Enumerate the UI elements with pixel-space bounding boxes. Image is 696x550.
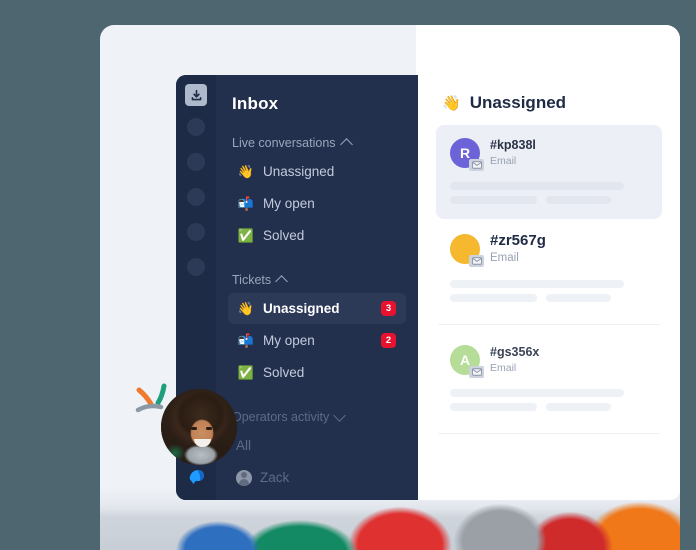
operator-avatar	[236, 469, 252, 486]
waving-hand-icon: 👋	[237, 164, 255, 179]
message-placeholder	[450, 280, 648, 303]
email-icon	[469, 366, 484, 379]
placeholder-bar	[450, 403, 538, 412]
placeholder-bar	[546, 403, 612, 412]
placeholder-bar	[450, 280, 625, 289]
conversation-meta: #zr567g Email	[490, 232, 546, 266]
rail-dot-3[interactable]	[187, 188, 205, 206]
chevron-down-icon	[333, 409, 347, 422]
placeholder-bar	[546, 294, 612, 303]
avatar-wrap: A	[450, 345, 484, 379]
section-label: Operators activity	[232, 410, 330, 424]
conversation-header: A #gs356x Email	[450, 345, 648, 379]
sidebar-item-label: Solved	[263, 228, 305, 243]
section-label: Live conversations	[232, 136, 336, 150]
list-item[interactable]: #zr567g Email	[436, 219, 662, 317]
email-icon	[469, 159, 484, 171]
conversation-header: R #kp838l Email	[450, 138, 648, 171]
placeholder-row	[450, 196, 648, 204]
conversation-channel: Email	[490, 361, 517, 374]
sidebar-item-operators-all[interactable]: All	[228, 430, 406, 461]
sidebar-item-label: My open	[263, 196, 315, 211]
conversation-id: #kp838l	[490, 138, 536, 153]
inbox-download-icon[interactable]	[185, 84, 207, 106]
status-badge: 2	[381, 333, 396, 348]
conversation-meta: #gs356x Email	[490, 345, 539, 375]
gray-stroke	[135, 403, 164, 413]
conversation-header: #zr567g Email	[450, 232, 648, 268]
conversation-channel: Email	[490, 251, 519, 264]
sidebar-item-label: My open	[263, 333, 315, 348]
chevron-up-icon	[339, 138, 353, 151]
chevron-up-icon	[275, 275, 288, 288]
rail-dot-4[interactable]	[187, 223, 205, 241]
sidebar-item-tickets-unassigned[interactable]: 👋 Unassigned 3	[228, 293, 406, 324]
waving-hand-icon: 👋	[237, 301, 255, 316]
sidebar-item-label: All	[236, 438, 252, 453]
sidebar-item-live-solved[interactable]: ✅ Solved	[228, 220, 406, 251]
section-label: Tickets	[232, 273, 272, 287]
rail-dot-2[interactable]	[187, 153, 205, 171]
sidebar-item-live-my-open[interactable]: 📬 My open	[228, 188, 406, 219]
check-mark-icon: ✅	[237, 228, 255, 243]
rail-dot-5[interactable]	[187, 258, 205, 276]
placeholder-bar	[450, 294, 538, 303]
placeholder-bar	[546, 196, 612, 204]
mailbox-icon: 📬	[237, 196, 255, 211]
sidebar-item-live-unassigned[interactable]: 👋 Unassigned	[228, 156, 406, 187]
placeholder-bar	[450, 182, 625, 190]
email-icon	[469, 255, 484, 268]
conversation-list-panel: 👋 Unassigned R #kp838l Email #zr567g Ema…	[418, 75, 680, 500]
placeholder-bar	[450, 196, 538, 204]
sidebar-item-tickets-my-open[interactable]: 📬 My open 2	[228, 325, 406, 356]
rail-dot-1[interactable]	[187, 118, 205, 136]
mailbox-icon: 📬	[237, 333, 255, 348]
list-header-title: Unassigned	[469, 93, 567, 112]
section-header-live-conversations[interactable]: Live conversations	[232, 136, 406, 151]
conversation-meta: #kp838l Email	[490, 138, 536, 168]
sidebar-item-operator-zack[interactable]: Zack	[228, 462, 406, 493]
waving-hand-icon: 👋	[442, 95, 461, 112]
conversation-id: #zr567g	[490, 232, 546, 249]
portrait-eye-right	[206, 427, 212, 430]
portrait-face	[161, 389, 237, 465]
list-item[interactable]: A #gs356x Email	[436, 332, 662, 426]
crisp-logo-icon[interactable]	[186, 466, 208, 488]
check-mark-icon: ✅	[237, 365, 255, 380]
section-header-operators-activity[interactable]: Operators activity	[232, 409, 406, 424]
page-title: Inbox	[232, 94, 279, 113]
avatar-wrap	[450, 234, 484, 268]
portrait-eye-left	[191, 427, 197, 430]
operator-portrait	[161, 389, 237, 465]
placeholder-row	[450, 403, 648, 412]
message-placeholder	[450, 182, 648, 204]
list-item[interactable]: R #kp838l Email	[436, 125, 662, 219]
message-placeholder	[450, 389, 648, 412]
sidebar-item-label: Solved	[263, 365, 305, 380]
avatar-wrap: R	[450, 138, 484, 171]
status-badge: 3	[381, 301, 396, 316]
conversation-id: #gs356x	[490, 345, 540, 360]
sidebar-item-label: Unassigned	[263, 164, 335, 179]
sidebar-item-label: Unassigned	[263, 301, 340, 316]
orange-stroke	[136, 387, 154, 407]
conversation-list: R #kp838l Email #zr567g Email A #gs356x …	[418, 125, 680, 435]
section-header-tickets[interactable]: Tickets	[232, 273, 406, 288]
placeholder-bar	[450, 389, 625, 398]
placeholder-row	[450, 294, 648, 303]
sidebar-item-label: Zack	[260, 470, 290, 485]
sidebar-item-tickets-solved[interactable]: ✅ Solved	[228, 357, 406, 388]
list-divider	[438, 324, 660, 326]
list-divider	[438, 433, 660, 435]
conversation-channel: Email	[490, 154, 517, 167]
sidebar-main: Inbox Live conversations 👋 Unassigned 📬 …	[216, 75, 418, 500]
list-header: 👋 Unassigned	[442, 93, 680, 113]
